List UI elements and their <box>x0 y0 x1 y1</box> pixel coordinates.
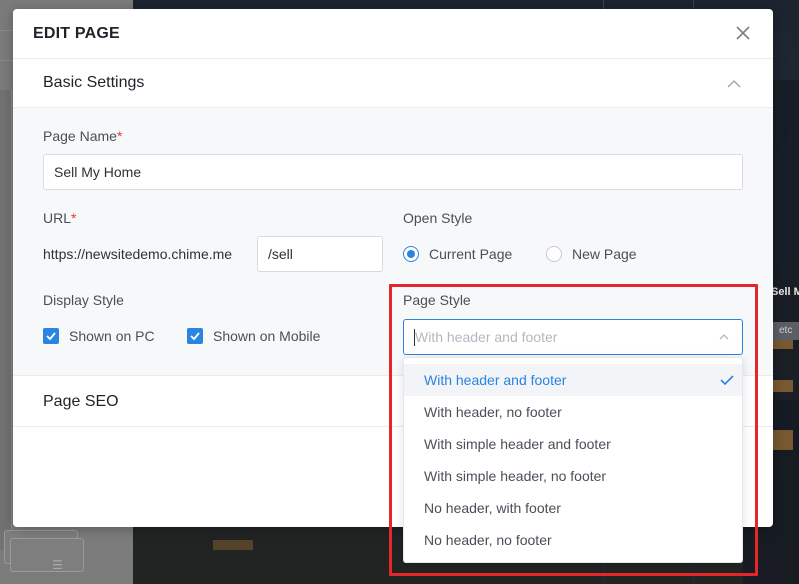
checkmark-icon <box>46 332 56 341</box>
page-style-select[interactable]: With header and footer <box>403 319 743 355</box>
chevron-up-icon <box>719 334 729 340</box>
modal-title: EDIT PAGE <box>33 25 120 42</box>
radio-current-page-label[interactable]: Current Page <box>429 246 512 262</box>
page-style-option[interactable]: With simple header and footer <box>404 428 742 460</box>
page-style-label: Page Style <box>403 292 471 308</box>
background-card <box>10 538 84 572</box>
chevron-up-icon <box>727 80 741 88</box>
background-card-stack: ☰ <box>0 528 88 584</box>
shown-on-mobile-label[interactable]: Shown on Mobile <box>213 328 320 344</box>
page-style-option[interactable]: No header, with footer <box>404 492 742 524</box>
radio-current-page[interactable] <box>403 246 419 262</box>
close-icon <box>736 26 750 40</box>
page-style-dropdown: With header and footer With header, no f… <box>403 357 743 563</box>
background-tag: etc <box>771 322 799 340</box>
radio-new-page-label[interactable]: New Page <box>572 246 637 262</box>
required-mark: * <box>71 210 77 226</box>
close-button[interactable] <box>733 23 753 43</box>
page-style-option[interactable]: With simple header, no footer <box>404 460 742 492</box>
radio-new-page[interactable] <box>546 246 562 262</box>
background-heading-text: Sell M <box>771 286 799 298</box>
shown-on-pc-label[interactable]: Shown on PC <box>69 328 155 344</box>
section-title: Basic Settings <box>43 74 145 91</box>
page-style-option[interactable]: With header and footer <box>404 364 742 396</box>
basic-settings-header[interactable]: Basic Settings <box>13 58 773 108</box>
section-title: Page SEO <box>43 393 119 410</box>
required-mark: * <box>116 128 123 144</box>
display-style-label: Display Style <box>43 292 124 308</box>
page-style-option[interactable]: No header, no footer <box>404 524 742 556</box>
background-left-rail <box>0 90 12 550</box>
page-name-label: Page Name* <box>43 128 123 144</box>
url-label: URL* <box>43 210 77 226</box>
shown-on-mobile-checkbox[interactable] <box>187 328 203 344</box>
page-style-option[interactable]: With header, no footer <box>404 396 742 428</box>
open-style-label: Open Style <box>403 210 473 226</box>
checkmark-icon <box>190 332 200 341</box>
checkmark-icon <box>720 375 734 386</box>
menu-lines-icon: ☰ <box>52 558 63 572</box>
page-name-input[interactable]: Sell My Home <box>43 154 743 190</box>
url-prefix: https://newsitedemo.chime.me <box>43 246 233 262</box>
url-input[interactable]: /sell <box>257 236 383 272</box>
page-style-placeholder: With header and footer <box>415 329 558 345</box>
shown-on-pc-checkbox[interactable] <box>43 328 59 344</box>
